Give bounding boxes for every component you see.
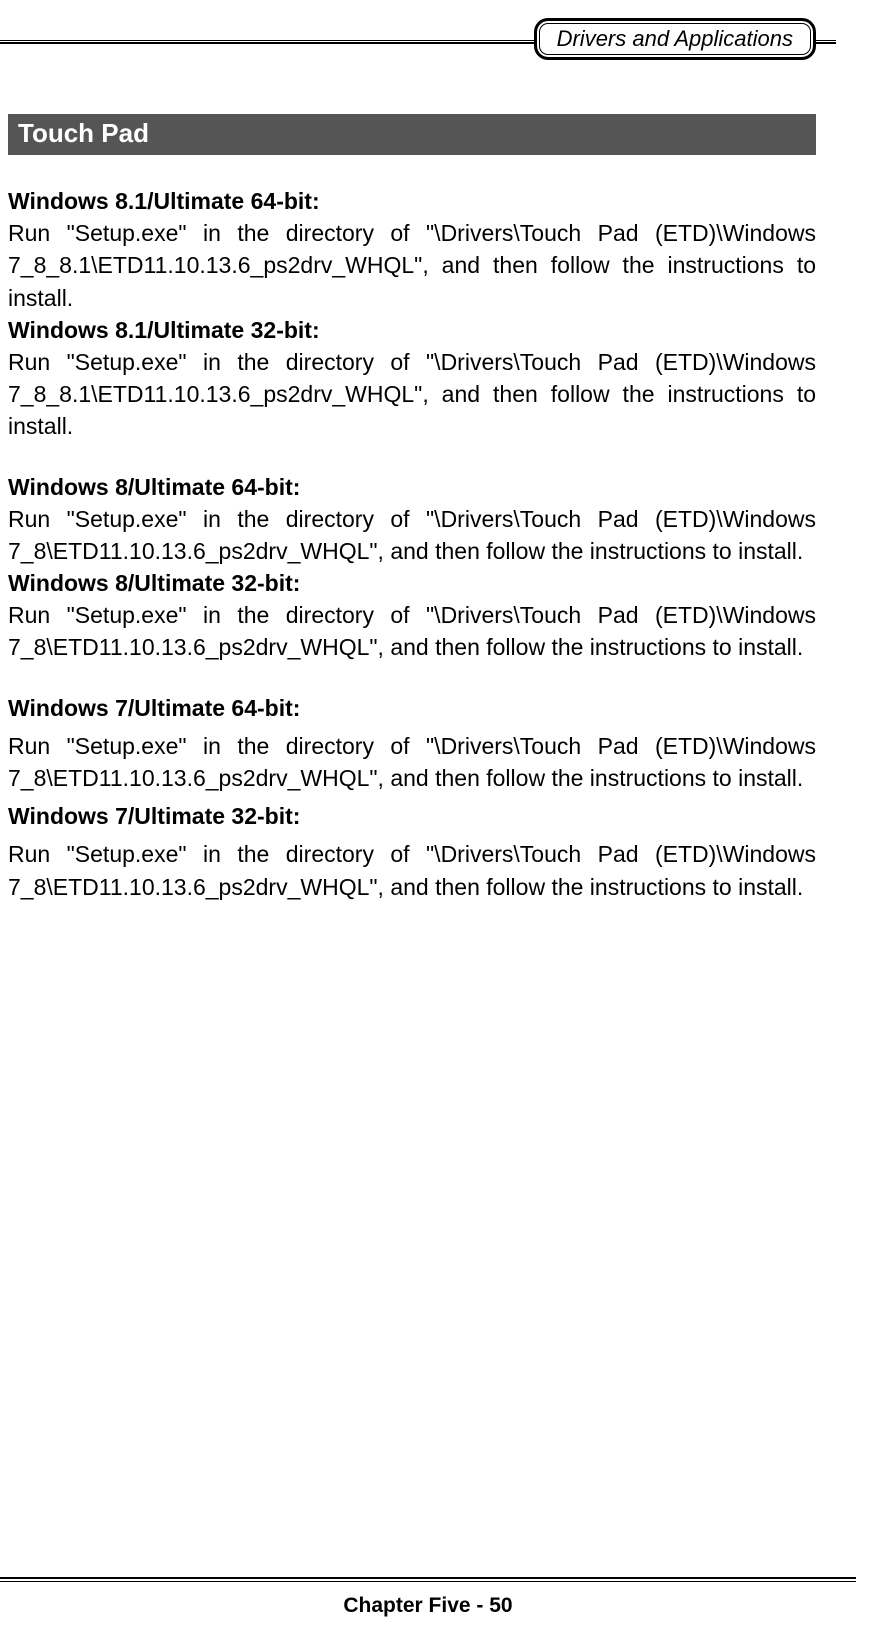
os-text: Run "Setup.exe" in the directory of "\Dr…	[8, 503, 816, 567]
instruction-group-8: Windows 8/Ultimate 64-bit: Run "Setup.ex…	[8, 471, 816, 664]
os-label: Windows 8/Ultimate 32-bit:	[8, 567, 816, 599]
os-text: Run "Setup.exe" in the directory of "\Dr…	[8, 346, 816, 443]
instruction-group-81: Windows 8.1/Ultimate 64-bit: Run "Setup.…	[8, 185, 816, 443]
header-badge: Drivers and Applications	[534, 18, 816, 60]
os-text: Run "Setup.exe" in the directory of "\Dr…	[8, 217, 816, 314]
page-footer-area: Chapter Five - 50	[0, 1577, 856, 1618]
footer-text: Chapter Five - 50	[0, 1594, 856, 1618]
os-text: Run "Setup.exe" in the directory of "\Dr…	[8, 730, 816, 794]
os-label: Windows 8.1/Ultimate 64-bit:	[8, 185, 816, 217]
instruction-group-7: Windows 7/Ultimate 64-bit: Run "Setup.ex…	[8, 692, 816, 903]
os-label: Windows 7/Ultimate 64-bit:	[8, 692, 816, 724]
page-content: Touch Pad Windows 8.1/Ultimate 64-bit: R…	[0, 44, 856, 903]
os-label: Windows 8.1/Ultimate 32-bit:	[8, 314, 816, 346]
os-label: Windows 8/Ultimate 64-bit:	[8, 471, 816, 503]
bottom-divider	[0, 1577, 856, 1582]
os-label: Windows 7/Ultimate 32-bit:	[8, 800, 816, 832]
os-text: Run "Setup.exe" in the directory of "\Dr…	[8, 838, 816, 902]
section-title: Touch Pad	[8, 114, 816, 155]
os-text: Run "Setup.exe" in the directory of "\Dr…	[8, 599, 816, 663]
